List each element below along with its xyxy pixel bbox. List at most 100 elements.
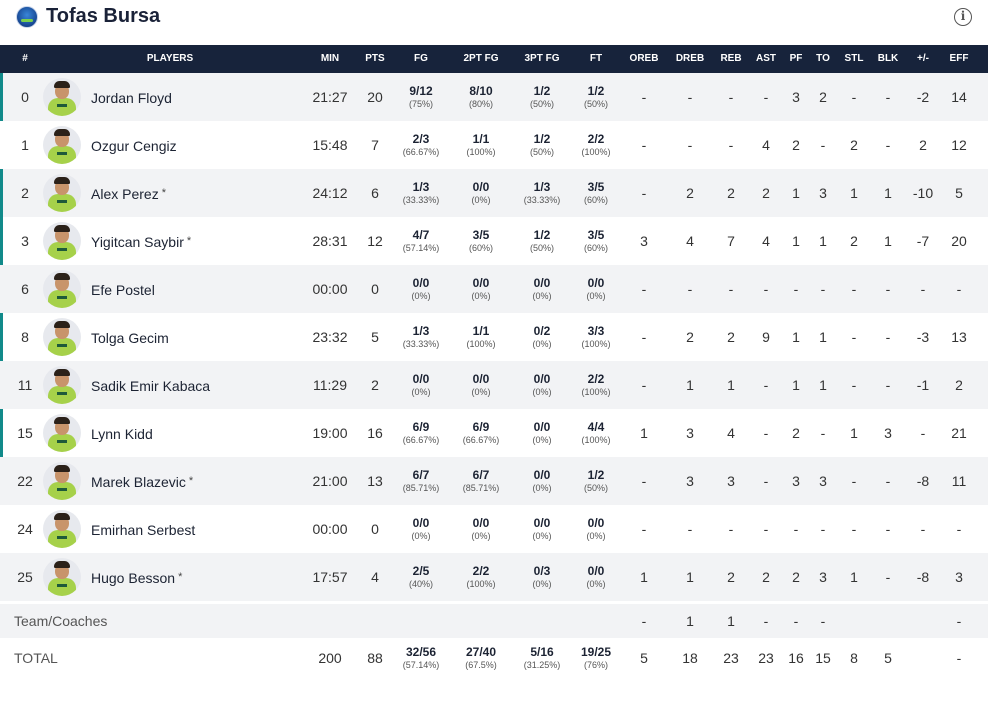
stat-stl: - [851, 329, 857, 345]
player-avatar[interactable] [43, 318, 81, 356]
player-name-link[interactable]: Lynn Kidd [91, 409, 156, 457]
col-blk[interactable]: BLK [874, 45, 902, 73]
stat-fg-value: 2/3 [412, 132, 430, 146]
player-name-link[interactable]: Sadik Emir Kabaca [91, 361, 213, 409]
player-name-link[interactable]: Jordan Floyd [91, 73, 175, 121]
player-avatar[interactable] [43, 510, 81, 548]
player-avatar[interactable] [43, 414, 81, 452]
stat-ft-value: 1/2 [587, 468, 605, 482]
player-name-link[interactable]: Ozgur Cengiz [91, 121, 180, 169]
info-icon[interactable]: i [954, 8, 972, 26]
player-avatar[interactable] [43, 462, 81, 500]
total-blk: 5 [884, 650, 892, 666]
player-name: Alex Perez [91, 186, 159, 202]
starter-indicator [0, 313, 3, 361]
stat-ast: - [763, 377, 769, 393]
stat-pm: - [920, 425, 926, 441]
stat-ft-value: 1/2 [587, 84, 605, 98]
table-row[interactable]: 11 Sadik Emir Kabaca 11:29 2 0/0 (0%) 0/0 (0%) 0… [0, 361, 988, 409]
hair-graphic [54, 225, 70, 232]
stat-stl: 1 [850, 185, 858, 201]
player-avatar[interactable] [43, 558, 81, 596]
stat-dreb: 1 [686, 377, 694, 393]
stat-ast: 2 [762, 185, 770, 201]
col-fg[interactable]: FG [398, 45, 444, 73]
stat-ast: - [763, 521, 769, 537]
total-to: 15 [815, 650, 831, 666]
table-row[interactable]: 15 Lynn Kidd 19:00 16 6/9 (66.67%) 6/9 (66.67%)… [0, 409, 988, 457]
stat-blk: - [885, 569, 891, 585]
col-ft[interactable]: FT [573, 45, 619, 73]
player-name-link[interactable]: Efe Postel [91, 265, 158, 313]
col-plus-minus[interactable]: +/- [908, 45, 938, 73]
stat-ft-value: 4/4 [587, 420, 605, 434]
col-players[interactable]: PLAYERS [120, 45, 220, 73]
player-avatar[interactable] [43, 270, 81, 308]
stat-ast: - [763, 425, 769, 441]
player-name-link[interactable]: Alex Perez * [91, 169, 166, 217]
player-avatar[interactable] [43, 78, 81, 116]
stat-eff: 20 [951, 233, 967, 249]
table-row[interactable]: 0 Jordan Floyd 21:27 20 9/12 (75%) 8/10 (80%) 1/… [0, 73, 988, 121]
col-number[interactable]: # [10, 45, 40, 73]
col-min[interactable]: MIN [308, 45, 352, 73]
player-avatar[interactable] [43, 222, 81, 260]
col-eff[interactable]: EFF [944, 45, 974, 73]
starter-indicator [0, 73, 3, 121]
stat-pm: -1 [916, 377, 930, 393]
stat-2pt-pct: (85.71%) [462, 483, 500, 493]
col-dreb[interactable]: DREB [672, 45, 708, 73]
total-oreb: 5 [640, 650, 648, 666]
stat-ft-value: 3/5 [587, 180, 605, 194]
stat-reb: 2 [727, 569, 735, 585]
table-row[interactable]: 6 Efe Postel 00:00 0 0/0 (0%) 0/0 (0%) 0/0 (0%) 0/… [0, 265, 988, 313]
stat-ft-pct: (60%) [583, 195, 608, 205]
stat-2pt: 1/1 (100%) [453, 121, 509, 169]
team-ast: - [763, 613, 769, 629]
stat-pts: 12 [367, 233, 383, 249]
col-to[interactable]: TO [811, 45, 835, 73]
col-2pt-fg[interactable]: 2PT FG [453, 45, 509, 73]
player-name-link[interactable]: Yigitcan Saybir * [91, 217, 191, 265]
stat-pf: 1 [792, 329, 800, 345]
stat-oreb: 3 [640, 233, 648, 249]
stat-fg-value: 1/3 [412, 324, 430, 338]
stat-ft-value: 0/0 [587, 564, 605, 578]
player-name-link[interactable]: Marek Blazevic * [91, 457, 193, 505]
col-ast[interactable]: AST [752, 45, 780, 73]
totals-row: TOTAL 200 88 32/56 (57.14%) 27/40 (67.5%) … [0, 638, 988, 678]
player-avatar[interactable] [43, 126, 81, 164]
table-row[interactable]: 24 Emirhan Serbest 00:00 0 0/0 (0%) 0/0 (0%) 0/0… [0, 505, 988, 553]
stat-3pt-pct: (50%) [529, 147, 554, 157]
table-row[interactable]: 22 Marek Blazevic * 21:00 13 6/7 (85.71%) 6/7 (8… [0, 457, 988, 505]
player-avatar[interactable] [43, 366, 81, 404]
col-pts[interactable]: PTS [360, 45, 390, 73]
stat-ft: 3/5 (60%) [573, 217, 619, 265]
total-ft-pct: (76%) [583, 660, 608, 670]
player-name: Jordan Floyd [91, 90, 172, 106]
stat-oreb: - [641, 473, 647, 489]
player-name-link[interactable]: Emirhan Serbest [91, 505, 198, 553]
table-row[interactable]: 25 Hugo Besson * 17:57 4 2/5 (40%) 2/2 (100%) 0/3… [0, 553, 988, 601]
stat-pm: - [920, 281, 926, 297]
col-reb[interactable]: REB [717, 45, 745, 73]
stat-blk: 1 [884, 185, 892, 201]
player-avatar[interactable] [43, 174, 81, 212]
total-2pt-pct: (67.5%) [465, 660, 497, 670]
table-row[interactable]: 3 Yigitcan Saybir * 28:31 12 4/7 (57.14%) 3/5 (6… [0, 217, 988, 265]
col-pf[interactable]: PF [784, 45, 808, 73]
player-name-link[interactable]: Hugo Besson * [91, 553, 182, 601]
jersey-number: 6 [21, 281, 29, 297]
player-name-link[interactable]: Tolga Gecim [91, 313, 172, 361]
col-oreb[interactable]: OREB [627, 45, 661, 73]
stat-pm: -7 [916, 233, 930, 249]
stat-ft-pct: (50%) [583, 99, 608, 109]
stat-to: - [820, 425, 826, 441]
table-row[interactable]: 1 Ozgur Cengiz 15:48 7 2/3 (66.67%) 1/1 (100%) 1… [0, 121, 988, 169]
stat-3pt: 0/0 (0%) [514, 361, 570, 409]
col-3pt-fg[interactable]: 3PT FG [514, 45, 570, 73]
table-row[interactable]: 8 Tolga Gecim 23:32 5 1/3 (33.33%) 1/1 (100%) 0/… [0, 313, 988, 361]
table-row[interactable]: 2 Alex Perez * 24:12 6 1/3 (33.33%) 0/0 (0%) 1/3(… [0, 169, 988, 217]
stat-fg: 0/0 (0%) [398, 361, 444, 409]
col-stl[interactable]: STL [840, 45, 868, 73]
